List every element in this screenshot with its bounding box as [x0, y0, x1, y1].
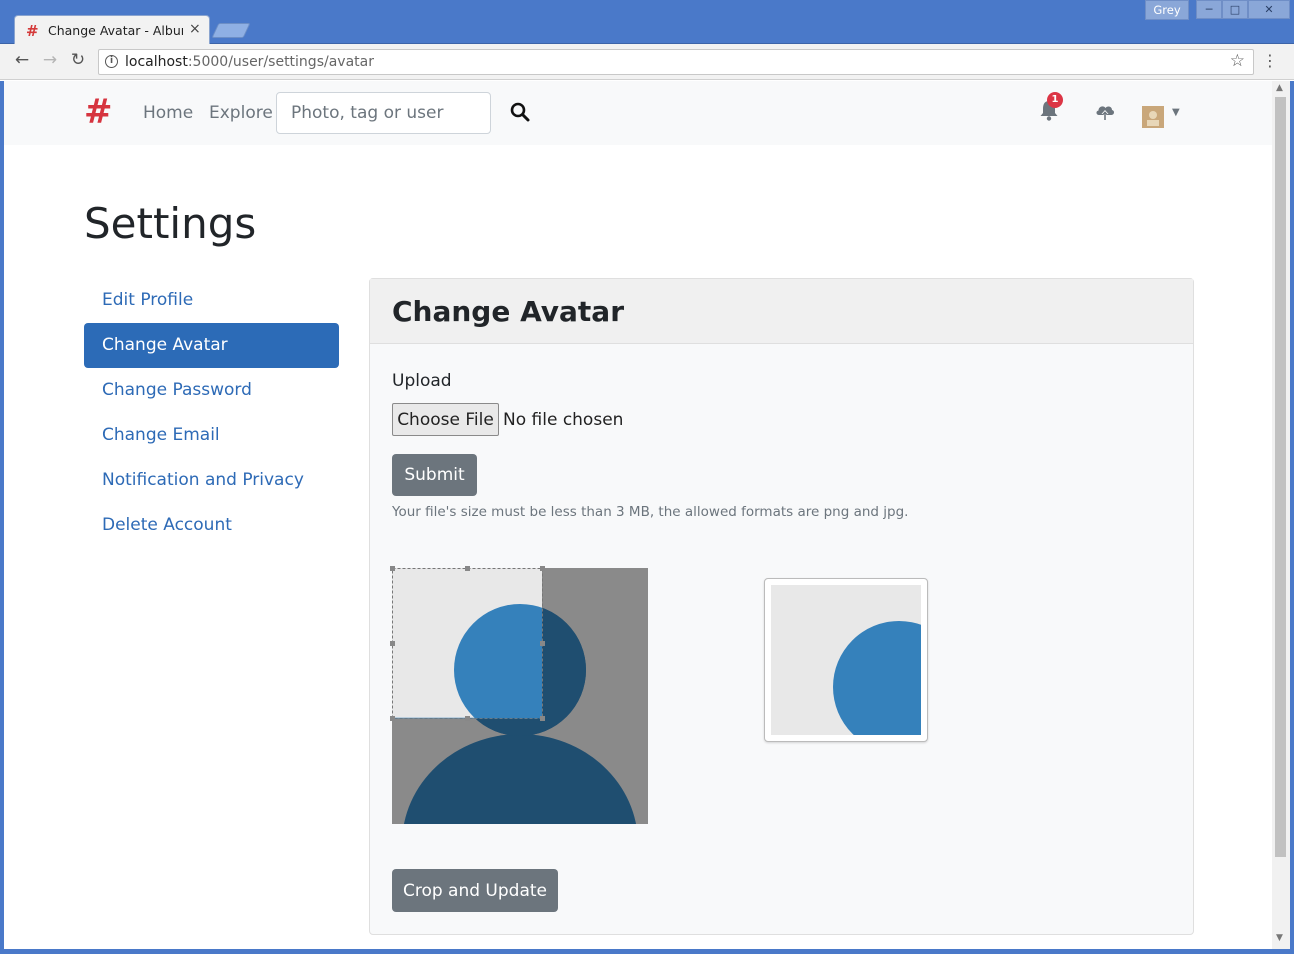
crop-handle-ne[interactable] — [540, 566, 545, 571]
sidebar-item-delete-account[interactable]: Delete Account — [84, 503, 339, 548]
window-controls: ─ □ ✕ — [1196, 0, 1292, 20]
upload-help-text: Your file's size must be less than 3 MB,… — [392, 504, 909, 520]
close-window-icon[interactable]: ✕ — [1248, 0, 1290, 19]
search-icon[interactable] — [509, 101, 531, 123]
card-title: Change Avatar — [392, 295, 624, 328]
search-input[interactable] — [276, 92, 491, 134]
tab-title: Change Avatar - Album — [48, 23, 183, 38]
scroll-thumb[interactable] — [1275, 97, 1286, 857]
nav-link-explore[interactable]: Explore — [209, 103, 273, 123]
maximize-icon[interactable]: □ — [1222, 0, 1248, 19]
scroll-up-icon[interactable]: ▲ — [1276, 83, 1283, 93]
avatar-preview-image — [771, 585, 965, 753]
crop-handle-n[interactable] — [465, 566, 470, 571]
app-navbar: # Home Explore 1 ▼ — [4, 81, 1272, 145]
crop-handle-sw[interactable] — [390, 716, 395, 721]
crop-handle-e[interactable] — [540, 641, 545, 646]
card-header: Change Avatar — [370, 279, 1193, 344]
tab-favicon-icon: # — [26, 22, 39, 40]
info-icon[interactable]: i — [105, 55, 118, 68]
browser-titlebar: # Change Avatar - Album × Grey ─ □ ✕ — [0, 0, 1294, 45]
bookmark-star-icon[interactable]: ☆ — [1230, 51, 1245, 71]
crop-handle-w[interactable] — [390, 641, 395, 646]
upload-cloud-icon[interactable] — [1094, 101, 1116, 123]
window-border-bottom — [0, 949, 1294, 954]
crop-handle-nw[interactable] — [390, 566, 395, 571]
browser-toolbar: ← → ↻ i localhost:5000/user/settings/ava… — [0, 44, 1294, 80]
tab-close-icon[interactable]: × — [189, 21, 201, 37]
user-avatar[interactable] — [1142, 106, 1164, 128]
sidebar-item-change-email[interactable]: Change Email — [84, 413, 339, 458]
sidebar-item-change-password[interactable]: Change Password — [84, 368, 339, 413]
page-viewport: # Home Explore 1 ▼ Settings Edit Pr — [4, 81, 1272, 949]
notification-badge: 1 — [1047, 92, 1063, 108]
crop-and-update-button[interactable]: Crop and Update — [392, 869, 558, 912]
back-arrow-icon[interactable]: ← — [11, 50, 33, 70]
url-text: localhost:5000/user/settings/avatar — [125, 54, 374, 70]
reload-icon[interactable]: ↻ — [67, 50, 89, 70]
browser-tab[interactable]: # Change Avatar - Album × — [14, 15, 210, 45]
file-status: No file chosen — [503, 410, 624, 430]
change-avatar-card: Change Avatar Upload Choose File No file… — [369, 278, 1194, 949]
settings-sidebar: Edit Profile Change Avatar Change Passwo… — [84, 278, 339, 548]
sidebar-item-notification-privacy[interactable]: Notification and Privacy — [84, 458, 339, 503]
window-border-right — [1290, 81, 1294, 949]
avatar-preview — [764, 578, 965, 753]
page-scrollbar[interactable]: ▲ ▼ — [1272, 81, 1290, 949]
submit-button[interactable]: Submit — [392, 454, 477, 496]
address-bar[interactable]: i localhost:5000/user/settings/avatar ☆ — [98, 49, 1254, 75]
window-user-badge[interactable]: Grey — [1145, 0, 1189, 20]
crop-handle-se[interactable] — [540, 716, 545, 721]
nav-link-home[interactable]: Home — [143, 103, 193, 123]
crop-area[interactable] — [390, 566, 648, 949]
scroll-down-icon[interactable]: ▼ — [1276, 933, 1283, 943]
crop-handle-s[interactable] — [465, 716, 470, 721]
sidebar-item-edit-profile[interactable]: Edit Profile — [84, 278, 339, 323]
choose-file-button[interactable]: Choose File — [392, 403, 499, 436]
upload-label: Upload — [392, 371, 452, 391]
forward-arrow-icon[interactable]: → — [39, 50, 61, 70]
minimize-icon[interactable]: ─ — [1196, 0, 1222, 19]
sidebar-item-change-avatar[interactable]: Change Avatar — [84, 323, 339, 368]
avatar-source-image — [392, 568, 648, 949]
menu-dots-icon[interactable]: ⋮ — [1262, 51, 1278, 70]
new-tab-button[interactable] — [211, 23, 251, 38]
caret-down-icon[interactable]: ▼ — [1172, 107, 1180, 118]
page-title: Settings — [84, 199, 257, 248]
brand-logo[interactable]: # — [84, 93, 113, 131]
